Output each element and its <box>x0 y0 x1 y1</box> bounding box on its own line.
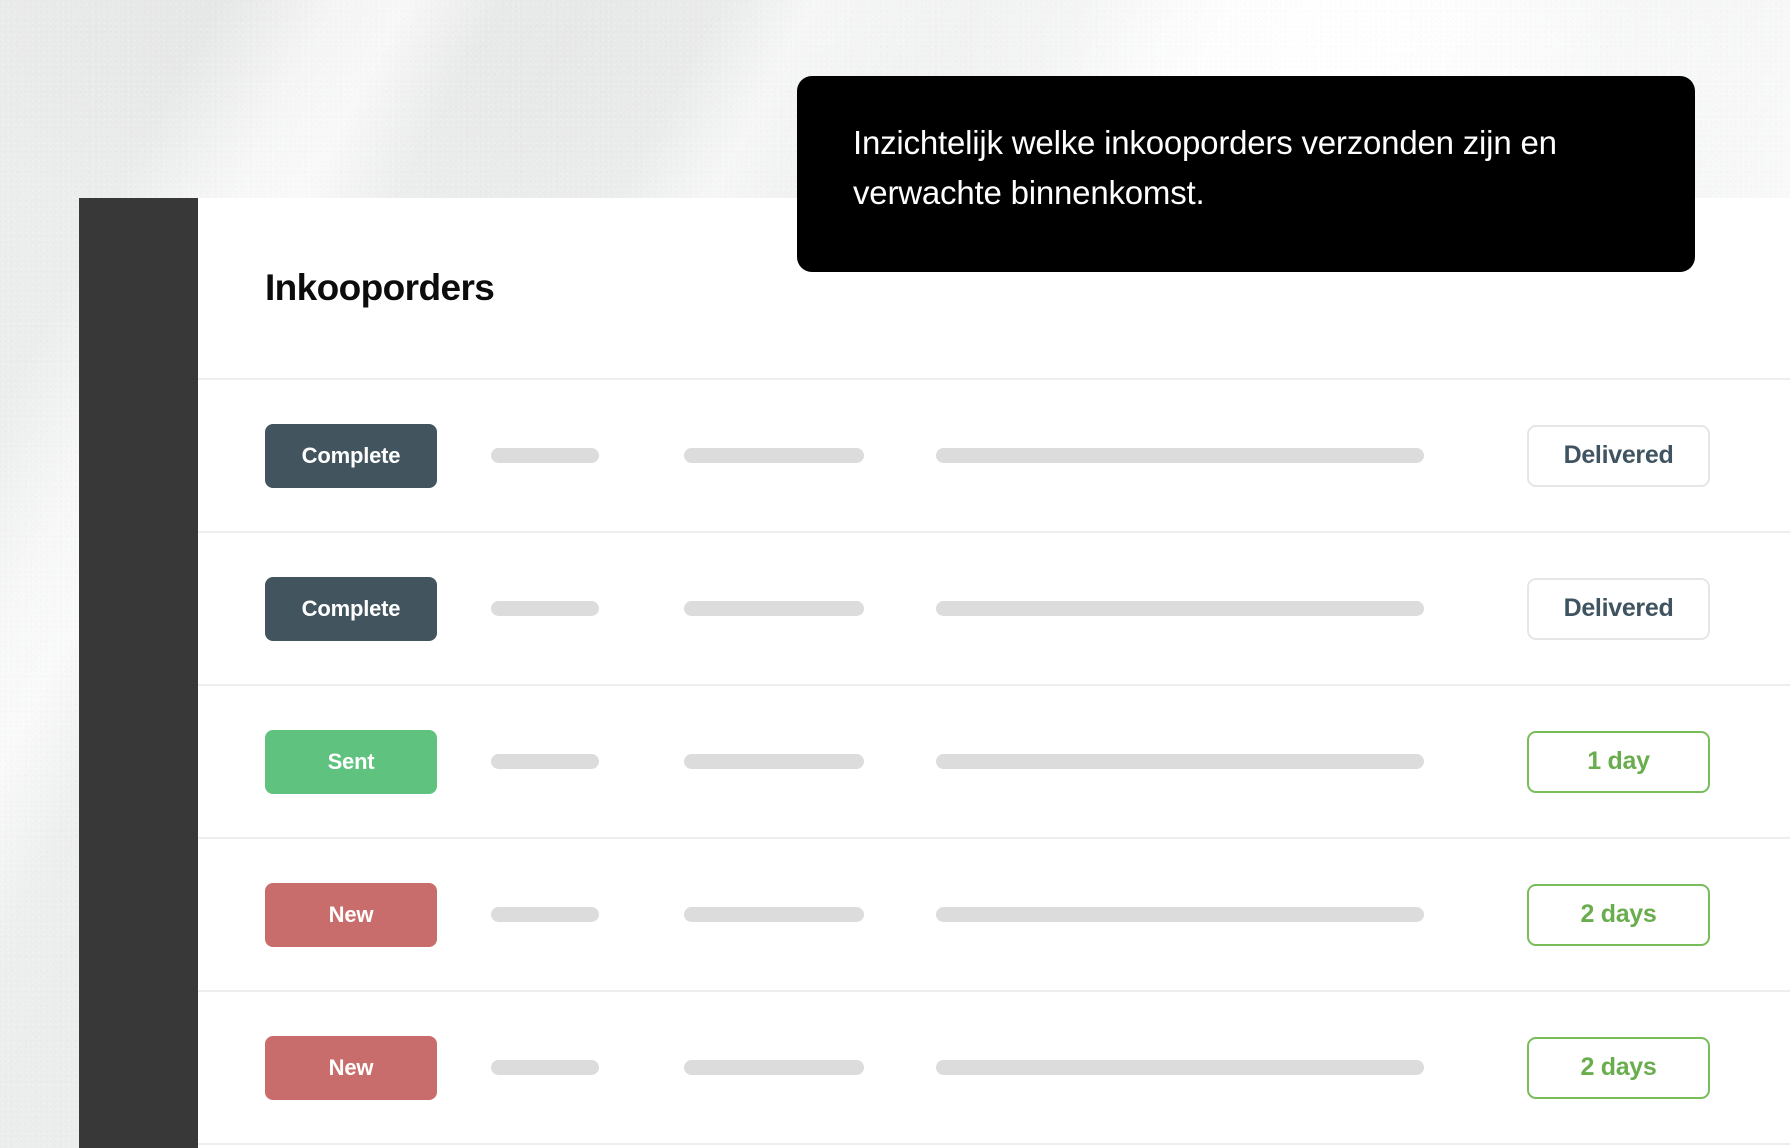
placeholder-bars <box>491 601 1487 616</box>
table-row[interactable]: New 2 days <box>198 992 1790 1145</box>
status-badge[interactable]: Complete <box>265 423 437 488</box>
placeholder-bars <box>491 448 1487 463</box>
skeleton-bar-3 <box>936 1060 1424 1075</box>
status-badge[interactable]: Complete <box>265 576 437 641</box>
tooltip-text: Inzichtelijk welke inkooporders verzonde… <box>853 124 1557 212</box>
table-row[interactable]: Sent 1 day <box>198 686 1790 839</box>
table-row[interactable]: New 2 days <box>198 839 1790 992</box>
placeholder-bars <box>491 1060 1487 1075</box>
skeleton-bar-3 <box>936 907 1424 922</box>
skeleton-bar-1 <box>491 601 599 616</box>
status-badge[interactable]: New <box>265 1035 437 1100</box>
page-title: Inkooporders <box>265 267 495 308</box>
skeleton-bar-1 <box>491 1060 599 1075</box>
inkooporders-card: Inkooporders Complete Delivered Complete De… <box>198 198 1790 1148</box>
skeleton-bar-3 <box>936 754 1424 769</box>
eta-pill[interactable]: 1 day <box>1527 730 1710 793</box>
tooltip-callout: Inzichtelijk welke inkooporders verzonde… <box>797 76 1695 272</box>
skeleton-bar-3 <box>936 448 1424 463</box>
skeleton-bar-3 <box>936 601 1424 616</box>
skeleton-bar-2 <box>684 448 864 463</box>
orders-table: Complete Delivered Complete Delivered Sent 1 … <box>198 380 1790 1145</box>
status-badge[interactable]: Sent <box>265 729 437 794</box>
placeholder-bars <box>491 754 1487 769</box>
skeleton-bar-2 <box>684 907 864 922</box>
eta-pill[interactable]: 2 days <box>1527 1036 1710 1099</box>
skeleton-bar-2 <box>684 601 864 616</box>
skeleton-bar-1 <box>491 448 599 463</box>
skeleton-bar-2 <box>684 754 864 769</box>
skeleton-bar-1 <box>491 907 599 922</box>
eta-pill[interactable]: Delivered <box>1527 424 1710 487</box>
eta-pill[interactable]: Delivered <box>1527 577 1710 640</box>
skeleton-bar-2 <box>684 1060 864 1075</box>
table-row[interactable]: Complete Delivered <box>198 380 1790 533</box>
status-badge[interactable]: New <box>265 882 437 947</box>
table-row[interactable]: Complete Delivered <box>198 533 1790 686</box>
placeholder-bars <box>491 907 1487 922</box>
app-sidebar-rail <box>79 198 198 1148</box>
eta-pill[interactable]: 2 days <box>1527 883 1710 946</box>
skeleton-bar-1 <box>491 754 599 769</box>
